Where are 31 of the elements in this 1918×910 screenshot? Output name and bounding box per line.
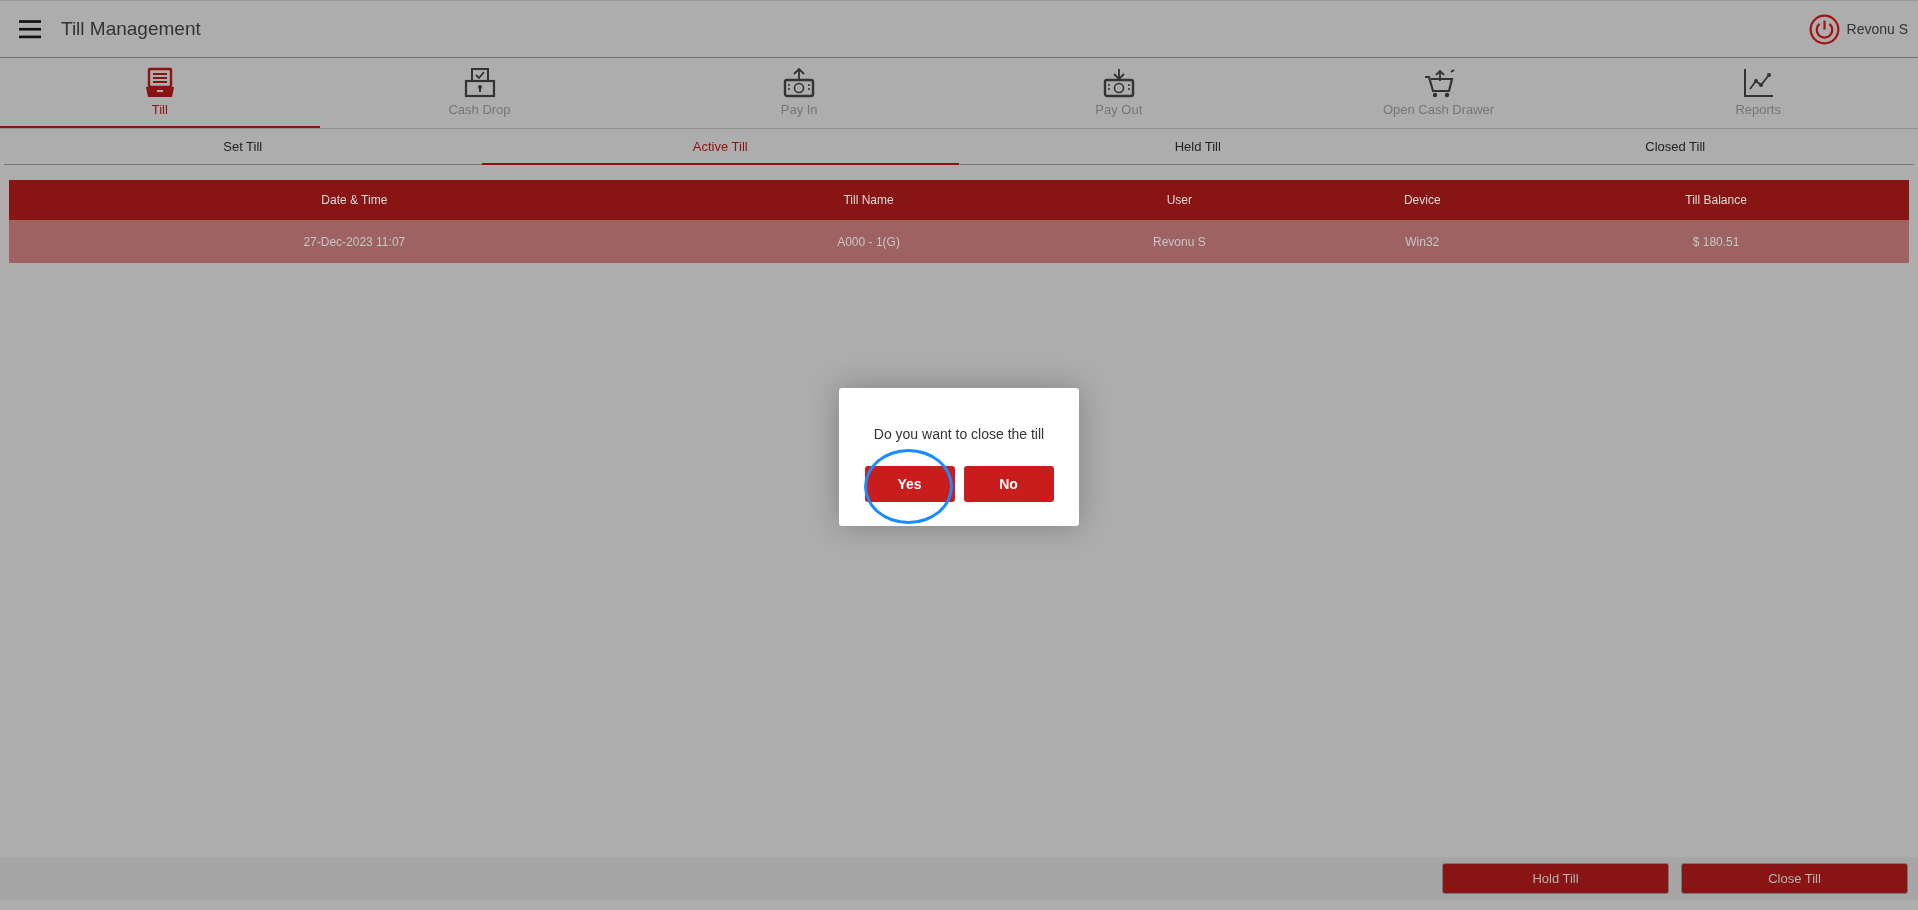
dialog-button[interactable]: No	[963, 466, 1054, 502]
footer-button[interactable]: Hold Till	[1442, 863, 1669, 894]
column-header: Till Balance	[1684, 193, 1748, 207]
table-cell-text: $ 180.51	[1691, 234, 1741, 249]
line-chart-icon	[1742, 67, 1775, 99]
nav-tab[interactable]: Till	[0, 58, 320, 128]
dialog-button[interactable]: Yes	[864, 466, 955, 502]
column-header: Till Name	[842, 193, 895, 207]
banknote-down-arrow-icon	[1102, 67, 1135, 99]
dialog-message: Do you want to close the till	[873, 426, 1045, 442]
column-header: User	[1165, 193, 1194, 207]
table-cell-text: Revonu S	[1152, 234, 1207, 249]
till-tab[interactable]: Active Till	[481, 129, 959, 165]
page-title: Till Management	[61, 18, 201, 40]
till-tab[interactable]: Set Till	[4, 129, 482, 165]
power-icon	[1808, 13, 1840, 45]
table-cell-text: 27-Dec-2023 11:07	[302, 234, 407, 249]
table-cell-text: A000 - 1(G)	[836, 234, 901, 249]
banknote-up-arrow-icon	[783, 67, 816, 99]
cash-box-icon	[463, 67, 496, 99]
column-header: Device	[1402, 193, 1442, 207]
column-header: Date & Time	[320, 193, 389, 207]
till-tab[interactable]: Closed Till	[1436, 129, 1914, 165]
till-tab[interactable]: Held Till	[959, 129, 1437, 165]
footer-button[interactable]: Close Till	[1681, 863, 1908, 894]
till-drawer-icon	[143, 67, 176, 99]
user-name: Revonu S	[1846, 21, 1908, 37]
shopping-cart-icon	[1422, 67, 1455, 99]
table-cell-text: Win32	[1404, 234, 1441, 249]
table-row[interactable]: 27-Dec-2023 11:07 A000 - 1(G) Revonu S Win32 $ 180.51	[9, 220, 1909, 263]
menu-icon[interactable]	[19, 18, 41, 40]
